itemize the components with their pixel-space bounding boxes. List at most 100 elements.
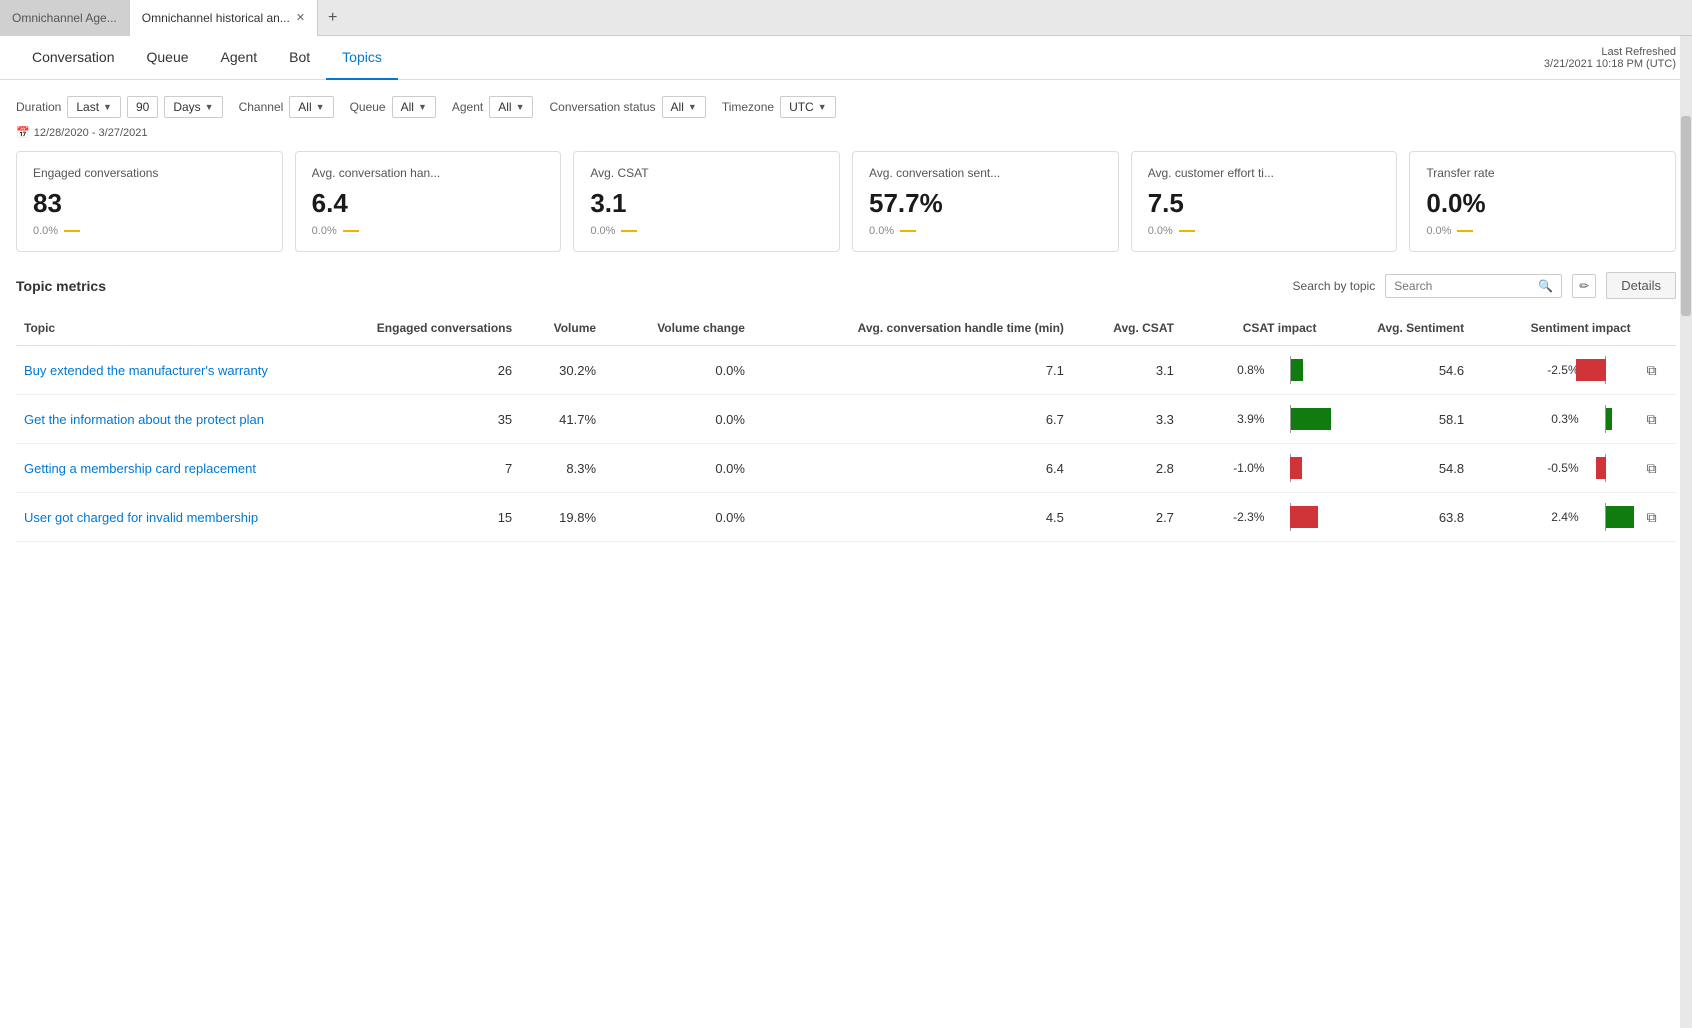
topic-name[interactable]: Buy extended the manufacturer's warranty	[16, 346, 303, 395]
close-tab-icon[interactable]: ✕	[296, 11, 305, 24]
channel-select[interactable]: All ▼	[289, 96, 333, 118]
details-button[interactable]: Details	[1606, 272, 1676, 299]
duration-days-value: 90	[136, 100, 149, 114]
topic-name[interactable]: Get the information about the protect pl…	[16, 395, 303, 444]
kpi-customer-effort: Avg. customer effort ti... 7.5 0.0%	[1131, 151, 1398, 252]
queue-select[interactable]: All ▼	[392, 96, 436, 118]
duration-unit: Days	[173, 100, 200, 114]
main-content: Duration Last ▼ 90 Days ▼ Channel All ▼ …	[0, 80, 1692, 1028]
agent-filter: Agent All ▼	[452, 96, 534, 118]
sentiment-impact-bar: 0.3%	[1472, 395, 1638, 444]
col-volume-change: Volume change	[604, 313, 753, 346]
conv-status-label: Conversation status	[549, 100, 655, 114]
timezone-filter: Timezone UTC ▼	[722, 96, 836, 118]
avg-csat: 2.7	[1072, 493, 1182, 542]
copy-icon[interactable]: ⧉	[1647, 411, 1657, 427]
avg-csat: 3.1	[1072, 346, 1182, 395]
kpi-footer: 0.0%	[1426, 225, 1659, 237]
csat-impact-bar: 0.8%	[1182, 346, 1325, 395]
channel-label: Channel	[239, 100, 284, 114]
tab-omnichannel-agent[interactable]: Omnichannel Age...	[0, 0, 130, 36]
date-range: 📅 12/28/2020 - 3/27/2021	[16, 126, 1676, 139]
engaged-conversations: 35	[303, 395, 520, 444]
timezone-select[interactable]: UTC ▼	[780, 96, 836, 118]
volume: 8.3%	[520, 444, 604, 493]
kpi-footer: 0.0%	[869, 225, 1102, 237]
edit-icon-button[interactable]: ✏	[1572, 274, 1596, 298]
nav-links: Conversation Queue Agent Bot Topics	[16, 36, 398, 80]
kpi-trend-dash	[900, 230, 916, 232]
kpi-title: Avg. conversation sent...	[869, 166, 1102, 180]
duration-select-last[interactable]: Last ▼	[67, 96, 121, 118]
copy-icon[interactable]: ⧉	[1647, 362, 1657, 378]
kpi-title: Engaged conversations	[33, 166, 266, 180]
engaged-conversations: 26	[303, 346, 520, 395]
table-row: Getting a membership card replacement 7 …	[16, 444, 1676, 493]
col-csat-impact: CSAT impact	[1182, 313, 1325, 346]
kpi-avg-sentiment: Avg. conversation sent... 57.7% 0.0%	[852, 151, 1119, 252]
sentiment-impact-bar: -0.5%	[1472, 444, 1638, 493]
engaged-conversations: 15	[303, 493, 520, 542]
conv-status-value: All	[671, 100, 684, 114]
volume-change: 0.0%	[604, 444, 753, 493]
duration-unit-select[interactable]: Days ▼	[164, 96, 222, 118]
table-row: Get the information about the protect pl…	[16, 395, 1676, 444]
queue-value: All	[401, 100, 414, 114]
volume-change: 0.0%	[604, 395, 753, 444]
kpi-value: 7.5	[1148, 188, 1381, 219]
col-avg-sentiment: Avg. Sentiment	[1324, 313, 1472, 346]
nav-bot[interactable]: Bot	[273, 36, 326, 80]
duration-days-input[interactable]: 90	[127, 96, 158, 118]
nav-conversation[interactable]: Conversation	[16, 36, 131, 80]
conv-status-select[interactable]: All ▼	[662, 96, 706, 118]
volume: 19.8%	[520, 493, 604, 542]
main-nav: Conversation Queue Agent Bot Topics Last…	[0, 36, 1692, 80]
table-row: User got charged for invalid membership …	[16, 493, 1676, 542]
kpi-value: 3.1	[590, 188, 823, 219]
sentiment-impact-bar: 2.4%	[1472, 493, 1638, 542]
chevron-down-icon: ▼	[103, 102, 112, 112]
search-by-topic-label: Search by topic	[1293, 279, 1376, 293]
copy-action[interactable]: ⧉	[1639, 444, 1676, 493]
nav-topics[interactable]: Topics	[326, 36, 398, 80]
browser-tabs: Omnichannel Age... Omnichannel historica…	[0, 0, 1692, 36]
copy-action[interactable]: ⧉	[1639, 395, 1676, 444]
search-box: 🔍	[1385, 274, 1562, 298]
csat-impact-bar: -1.0%	[1182, 444, 1325, 493]
col-topic: Topic	[16, 313, 303, 346]
chevron-down-icon: ▼	[205, 102, 214, 112]
topic-name[interactable]: Getting a membership card replacement	[16, 444, 303, 493]
kpi-footer: 0.0%	[1148, 225, 1381, 237]
avg-sentiment-value: 58.1	[1324, 395, 1472, 444]
tab-label: Omnichannel historical an...	[142, 11, 290, 25]
kpi-title: Avg. CSAT	[590, 166, 823, 180]
agent-select[interactable]: All ▼	[489, 96, 533, 118]
nav-queue[interactable]: Queue	[131, 36, 205, 80]
copy-action[interactable]: ⧉	[1639, 493, 1676, 542]
avg-sentiment-value: 54.8	[1324, 444, 1472, 493]
avg-handle-time: 6.4	[753, 444, 1072, 493]
topic-name[interactable]: User got charged for invalid membership	[16, 493, 303, 542]
kpi-transfer-rate: Transfer rate 0.0% 0.0%	[1409, 151, 1676, 252]
copy-icon[interactable]: ⧉	[1647, 460, 1657, 476]
kpi-value: 0.0%	[1426, 188, 1659, 219]
avg-handle-time: 7.1	[753, 346, 1072, 395]
volume: 41.7%	[520, 395, 604, 444]
conv-status-filter: Conversation status All ▼	[549, 96, 705, 118]
scrollbar-thumb[interactable]	[1681, 116, 1691, 316]
add-tab-button[interactable]: +	[318, 0, 347, 36]
kpi-change: 0.0%	[1148, 225, 1173, 237]
col-sentiment-impact: Sentiment impact	[1472, 313, 1638, 346]
volume-change: 0.0%	[604, 346, 753, 395]
tab-omnichannel-historical[interactable]: Omnichannel historical an... ✕	[130, 0, 318, 36]
kpi-change: 0.0%	[33, 225, 58, 237]
copy-action[interactable]: ⧉	[1639, 346, 1676, 395]
kpi-change: 0.0%	[1426, 225, 1451, 237]
scrollbar[interactable]	[1680, 36, 1692, 1028]
search-input[interactable]	[1394, 279, 1534, 293]
kpi-change: 0.0%	[312, 225, 337, 237]
copy-icon[interactable]: ⧉	[1647, 509, 1657, 525]
kpi-trend-dash	[343, 230, 359, 232]
chevron-down-icon: ▼	[818, 102, 827, 112]
nav-agent[interactable]: Agent	[205, 36, 274, 80]
